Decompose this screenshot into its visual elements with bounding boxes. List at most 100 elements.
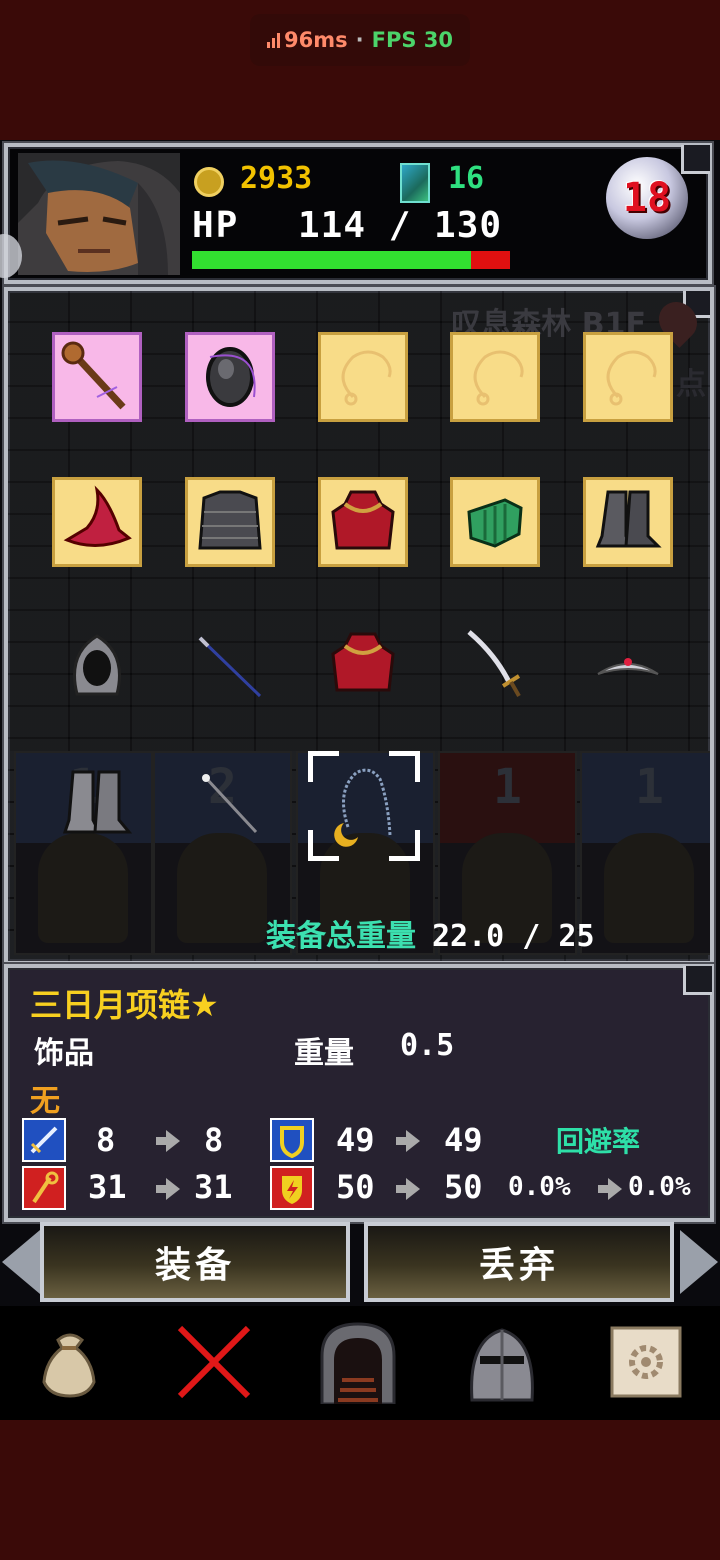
tiara-icon [597, 658, 659, 675]
nav-settings[interactable] [604, 1320, 688, 1404]
item-weight-label: 重量 [294, 1036, 354, 1071]
coin-icon [194, 167, 224, 197]
hp-bar-fill [192, 251, 471, 269]
knight-helmet-icon [470, 1328, 534, 1402]
status-separator: · [355, 28, 364, 52]
steps-unit: 点 [676, 367, 706, 402]
frame-corner [681, 145, 710, 174]
hp-value: 114 / 130 [298, 205, 503, 246]
arrow-right-icon [598, 1178, 622, 1200]
chain-boots-item[interactable] [52, 759, 142, 849]
network-status: 96ms · FPS 30 [250, 14, 470, 66]
nav-close[interactable] [172, 1320, 256, 1404]
red-armor-item[interactable] [318, 619, 408, 709]
shield-icon [206, 347, 256, 407]
iron-boots-icon [595, 490, 662, 548]
resist-current: 50 [336, 1168, 375, 1206]
magic-new: 31 [194, 1168, 233, 1206]
witch-hat-slot[interactable] [52, 477, 142, 567]
item-category: 饰品 [34, 1036, 94, 1071]
card-number: 1 [493, 759, 522, 815]
ping-value: 96ms [284, 28, 348, 52]
scimitar-item[interactable] [450, 619, 540, 709]
equipped-shield-slot[interactable] [185, 332, 275, 422]
frame-corner [683, 966, 712, 995]
chainmail-slot[interactable] [185, 477, 275, 567]
red-armor-icon [331, 632, 395, 692]
defense-new: 49 [444, 1121, 483, 1159]
total-weight-value: 22.0 / 25 [432, 919, 595, 954]
resist-bolt-shield-icon [270, 1166, 314, 1210]
floor-orb[interactable]: 18 [606, 157, 688, 239]
attack-new: 8 [204, 1121, 224, 1159]
total-weight-label: 装备总重量 [266, 919, 416, 954]
player-header: 2933 16 HP 114 / 130 18 [4, 143, 712, 284]
fps-value: FPS 30 [371, 28, 453, 52]
floor-number: 18 [622, 175, 672, 221]
goblin-silhouette [604, 833, 694, 943]
equip-button[interactable]: 装备 [40, 1222, 350, 1302]
gem-amount: 16 [448, 161, 485, 196]
iron-boots-slot[interactable] [583, 477, 673, 567]
bag-icon [42, 1333, 96, 1398]
evade-new: 0.0% [628, 1172, 691, 1202]
gauntlet-slot[interactable] [450, 477, 540, 567]
chain-hood-icon [73, 634, 121, 696]
arrow-right-icon [156, 1178, 180, 1200]
staff-icon [61, 341, 126, 410]
goblin-silhouette [38, 833, 128, 943]
empty-accessory-slot-3[interactable] [583, 332, 673, 422]
nav-bag[interactable] [28, 1320, 112, 1404]
spear-item[interactable] [185, 619, 275, 709]
close-icon [177, 1325, 251, 1399]
gold-amount: 2933 [240, 161, 313, 196]
selected-item-crescent-necklace[interactable] [308, 751, 420, 861]
wand-item[interactable] [185, 759, 275, 849]
evade-current: 0.0% [508, 1172, 571, 1202]
empty-accessory-slot-1[interactable] [318, 332, 408, 422]
arrow-right-icon [396, 1130, 420, 1152]
equipped-staff-slot[interactable] [52, 332, 142, 422]
attack-current: 8 [96, 1121, 116, 1159]
signal-icon [267, 32, 280, 48]
nav-equipment[interactable] [460, 1320, 544, 1404]
total-weight: 装备总重量 22.0 / 25 [266, 911, 595, 955]
arrow-right-icon [396, 1178, 420, 1200]
gauntlet-icon [467, 498, 523, 548]
crescent-necklace-icon [334, 768, 392, 847]
bottom-nav [0, 1306, 720, 1420]
wand-icon [202, 774, 258, 834]
chainmail-icon [198, 490, 262, 550]
scimitar-icon [467, 630, 521, 697]
arrow-right-icon [156, 1130, 180, 1152]
item-effect: 无 [30, 1084, 60, 1119]
hp-label: HP [192, 205, 240, 246]
tiara-item[interactable] [583, 619, 673, 709]
red-armor-icon [331, 490, 395, 550]
card-number: 1 [635, 759, 664, 815]
defense-current: 49 [336, 1121, 375, 1159]
nav-dungeon[interactable] [316, 1320, 400, 1404]
spear-icon [198, 636, 262, 698]
inventory-panel: 叹息森林 B1F 1点 [4, 287, 714, 965]
player-portrait[interactable] [18, 153, 180, 275]
settings-scroll-icon [610, 1326, 682, 1398]
ping-indicator: 96ms [267, 28, 348, 52]
discard-button[interactable]: 丢弃 [364, 1222, 674, 1302]
goblin-silhouette [177, 833, 267, 943]
evade-label: 回避率 [556, 1125, 641, 1158]
empty-accessory-slot-2[interactable] [450, 332, 540, 422]
necklace-outline-icon [341, 350, 392, 406]
chain-hood-item[interactable] [52, 619, 142, 709]
necklace-outline-icon [473, 350, 524, 406]
red-armor-slot[interactable] [318, 477, 408, 567]
magic-staff-icon [22, 1166, 66, 1210]
bottom-background [0, 1420, 720, 1560]
attack-sword-icon [22, 1118, 66, 1162]
hp-bar [192, 251, 510, 269]
card-slot-5: 1 [580, 751, 710, 955]
defense-shield-icon [270, 1118, 314, 1162]
item-weight-value: 0.5 [400, 1028, 455, 1063]
chain-boots-icon [62, 770, 133, 834]
witch-hat-icon [63, 485, 132, 548]
